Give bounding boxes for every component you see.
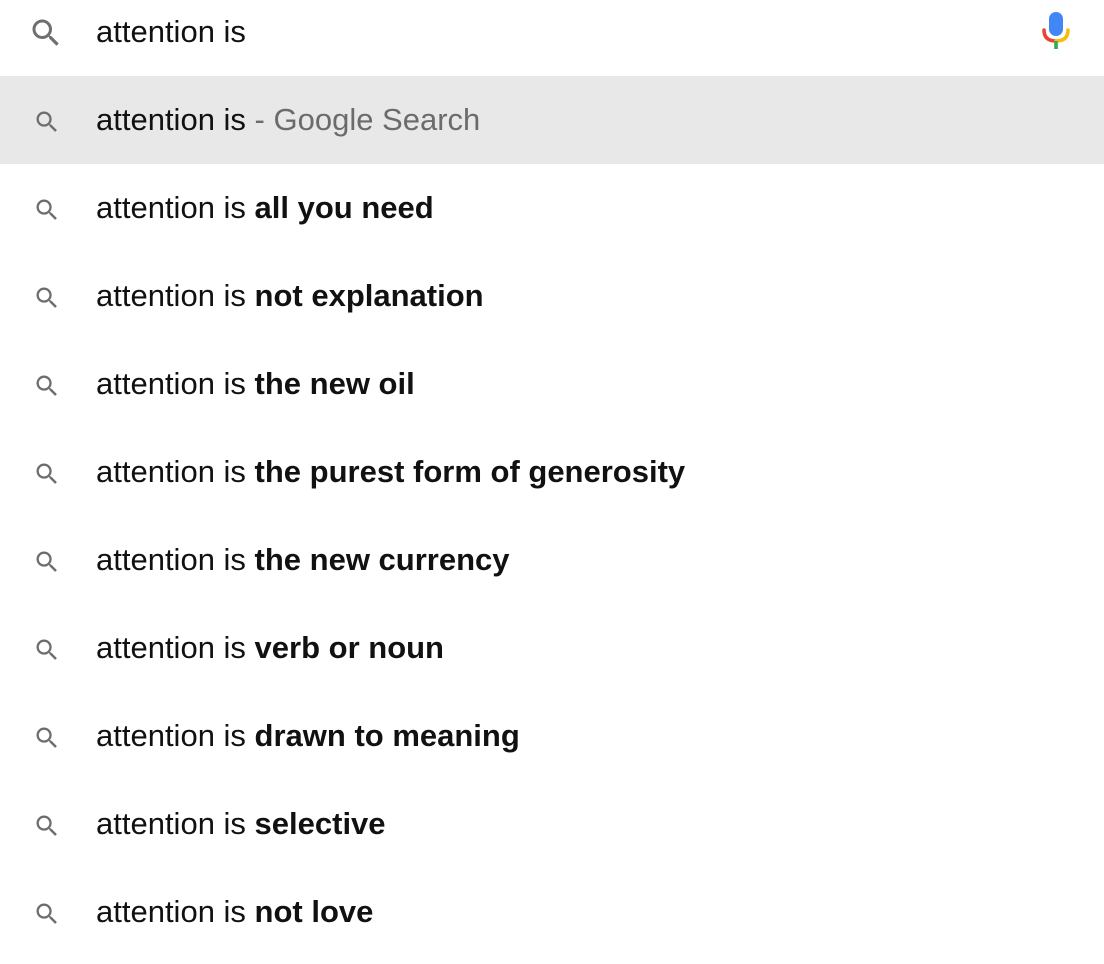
suggestion-text: attention is not love bbox=[96, 892, 373, 932]
suggestion-completion: the new oil bbox=[254, 366, 415, 401]
suggestion-completion: the purest form of generosity bbox=[254, 454, 686, 489]
suggestion-text: attention is all you need bbox=[96, 188, 434, 228]
suggestion-text: attention is the new oil bbox=[96, 364, 415, 404]
search-bar bbox=[0, 0, 1104, 76]
search-icon bbox=[36, 199, 57, 220]
search-icon bbox=[36, 639, 57, 660]
search-icon bbox=[36, 815, 57, 836]
suggestion-prefix: attention is bbox=[96, 366, 255, 401]
suggestions-list: attention is - Google Search attention is… bbox=[0, 76, 1104, 956]
suggestion-item[interactable]: attention is the new currency bbox=[0, 516, 1104, 604]
suggestion-prefix: attention is bbox=[96, 278, 255, 313]
suggestion-item[interactable]: attention is the new oil bbox=[0, 340, 1104, 428]
suggestion-text: attention is not explanation bbox=[96, 276, 484, 316]
search-icon bbox=[36, 727, 57, 748]
suggestion-text: attention is selective bbox=[96, 804, 386, 844]
suggestion-text: attention is verb or noun bbox=[96, 628, 444, 668]
suggestion-completion: verb or noun bbox=[254, 630, 444, 665]
suggestion-completion: selective bbox=[254, 806, 386, 841]
suggestion-prefix: attention is bbox=[96, 454, 255, 489]
suggestion-completion: not love bbox=[254, 894, 374, 929]
suggestion-item[interactable]: attention is drawn to meaning bbox=[0, 692, 1104, 780]
suggestion-hint: - Google Search bbox=[245, 102, 481, 137]
suggestion-text: attention is the purest form of generosi… bbox=[96, 452, 685, 492]
microphone-icon[interactable] bbox=[1036, 10, 1076, 54]
search-icon[interactable] bbox=[28, 15, 64, 51]
search-icon bbox=[36, 463, 57, 484]
suggestion-prefix: attention is bbox=[96, 542, 255, 577]
search-icon bbox=[36, 903, 57, 924]
suggestion-text: attention is drawn to meaning bbox=[96, 716, 520, 756]
suggestion-item[interactable]: attention is the purest form of generosi… bbox=[0, 428, 1104, 516]
suggestion-prefix: attention is bbox=[96, 630, 255, 665]
suggestion-completion: not explanation bbox=[254, 278, 484, 313]
suggestion-text: attention is the new currency bbox=[96, 540, 510, 580]
suggestion-item[interactable]: attention is verb or noun bbox=[0, 604, 1104, 692]
search-icon bbox=[36, 551, 57, 572]
search-icon bbox=[36, 111, 57, 132]
suggestion-item[interactable]: attention is all you need bbox=[0, 164, 1104, 252]
suggestion-completion: drawn to meaning bbox=[254, 718, 520, 753]
suggestion-prefix: attention is bbox=[96, 894, 255, 929]
suggestion-prefix: attention is bbox=[96, 102, 246, 137]
suggestion-completion: all you need bbox=[254, 190, 434, 225]
suggestion-item[interactable]: attention is not explanation bbox=[0, 252, 1104, 340]
suggestion-prefix: attention is bbox=[96, 718, 255, 753]
search-input[interactable] bbox=[96, 8, 996, 56]
search-icon bbox=[36, 375, 57, 396]
suggestion-item[interactable]: attention is selective bbox=[0, 780, 1104, 868]
search-icon bbox=[36, 287, 57, 308]
suggestion-text: attention is - Google Search bbox=[96, 100, 480, 140]
suggestion-prefix: attention is bbox=[96, 806, 255, 841]
suggestion-item[interactable]: attention is not love bbox=[0, 868, 1104, 956]
suggestion-completion: the new currency bbox=[254, 542, 510, 577]
suggestion-item[interactable]: attention is - Google Search bbox=[0, 76, 1104, 164]
suggestion-prefix: attention is bbox=[96, 190, 255, 225]
